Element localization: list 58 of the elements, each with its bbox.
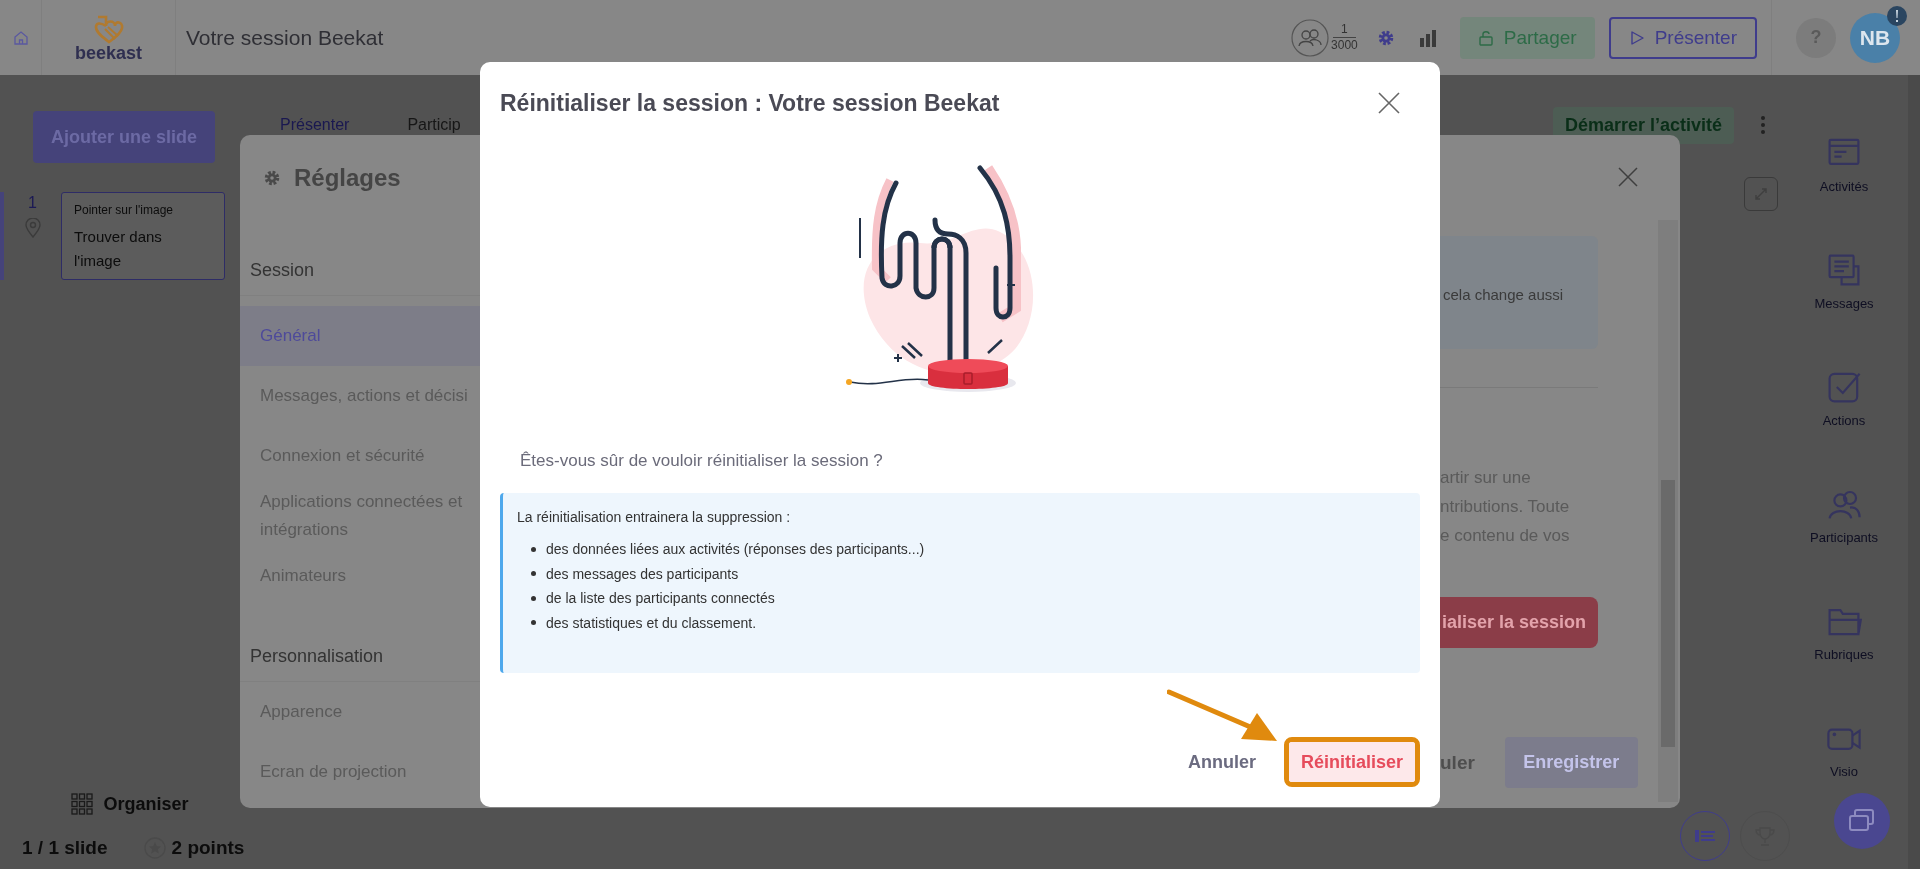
expand-button[interactable] <box>1744 177 1778 211</box>
slide-counter: 1 / 1 slide <box>22 837 108 859</box>
sidebar-item[interactable]: Actions <box>1822 413 1866 428</box>
confirmation-question: Êtes-vous sûr de vouloir réinitialiser la session ? <box>520 451 884 471</box>
list-button[interactable] <box>1680 811 1730 861</box>
reset-button[interactable]: Réinitialiser <box>1289 742 1415 782</box>
bullet-icon <box>531 595 536 601</box>
chat-button[interactable] <box>1834 793 1890 849</box>
lock-icon <box>1477 29 1494 46</box>
sidebar-item[interactable]: Visio <box>1830 764 1858 779</box>
chat-icon <box>1848 808 1876 834</box>
share-button[interactable]: Partager <box>1459 16 1595 59</box>
points-count: 2 points <box>171 837 245 859</box>
list-item: des données liées aux activités (réponses des participants...) <box>546 541 925 558</box>
reset-session-button[interactable]: ialiser la session <box>1440 597 1598 648</box>
more-options-icon[interactable] <box>1760 115 1766 135</box>
cancel-button[interactable]: Annuler <box>1188 751 1256 773</box>
close-icon[interactable] <box>1618 167 1638 187</box>
bullet-icon <box>531 571 536 577</box>
messages-icon[interactable] <box>1826 252 1862 288</box>
sidebar-item[interactable]: Messages <box>1814 296 1874 311</box>
participant-capacity: 3000 <box>1331 38 1358 53</box>
organise-button[interactable]: Organiser <box>71 793 189 815</box>
cancel-button[interactable]: uler <box>1440 751 1475 774</box>
list-icon <box>1693 828 1717 844</box>
logo-text: beekast <box>74 43 142 62</box>
sidebar-item[interactable]: Participants <box>1810 530 1878 545</box>
participants-icon[interactable] <box>1291 18 1330 57</box>
user-avatar[interactable]: NB <box>1850 12 1900 63</box>
sidebar-item[interactable]: Activités <box>1819 179 1869 194</box>
scrollbar[interactable] <box>1908 75 1920 869</box>
participant-count: 1 <box>1333 22 1356 38</box>
slide-title: Trouver dans l'image <box>74 227 163 271</box>
present-button[interactable]: Présenter <box>1608 16 1757 59</box>
notification-badge-icon[interactable] <box>1886 4 1908 27</box>
slide-number: 1 <box>28 194 37 212</box>
bullet-icon <box>531 546 536 552</box>
bullet-icon <box>531 620 536 626</box>
scrollbar[interactable] <box>1658 220 1678 802</box>
dialog-title: Réinitialiser la session : Votre session Beekat <box>500 89 1000 117</box>
map-pin-icon <box>23 218 42 238</box>
dialog-title: Réglages <box>294 163 401 192</box>
close-icon[interactable] <box>1378 92 1400 114</box>
help-button[interactable]: ? <box>1796 17 1836 58</box>
home-icon[interactable] <box>12 29 29 46</box>
grid-icon <box>71 793 94 815</box>
slide-thumbnail[interactable]: Pointer sur l'image Trouver dans l'image <box>61 192 225 280</box>
sidebar-item[interactable]: Rubriques <box>1814 647 1874 662</box>
info-text: cela change aussi <box>1443 286 1564 303</box>
play-icon <box>1628 29 1645 46</box>
logo-icon <box>92 13 125 44</box>
list-item: des statistiques et du classement. <box>546 614 757 631</box>
session-title: Votre session Beekat <box>186 25 384 50</box>
list-item: des messages des participants <box>546 565 739 582</box>
slide-type: Pointer sur l'image <box>74 203 174 217</box>
bar-chart-icon[interactable] <box>1417 27 1438 48</box>
list-item: de la liste des participants connectés <box>546 590 775 607</box>
info-text: La réinitialisation entrainera la suppression : <box>517 509 792 525</box>
